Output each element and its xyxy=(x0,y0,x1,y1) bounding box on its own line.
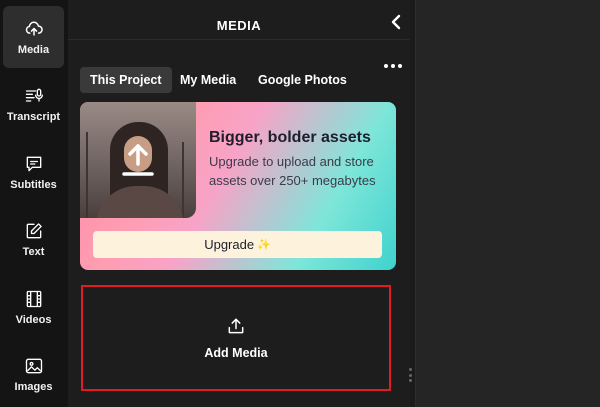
sidebar-item-label: Subtitles xyxy=(10,178,57,191)
chevron-left-icon[interactable] xyxy=(389,13,403,31)
tab-google-photos[interactable]: Google Photos xyxy=(248,67,357,93)
sparkle-icon: ✨ xyxy=(257,239,271,251)
sidebar-item-images[interactable]: Images xyxy=(3,343,64,405)
more-horizontal-icon[interactable] xyxy=(384,64,402,70)
add-media-label: Add Media xyxy=(204,346,268,360)
sidebar-item-transcript[interactable]: Transcript xyxy=(3,73,64,135)
transcript-icon xyxy=(25,88,43,102)
upgrade-button-label: Upgrade xyxy=(204,237,255,252)
media-panel: MEDIA This Project My Media Google Photo… xyxy=(68,0,410,407)
panel-title: MEDIA xyxy=(216,18,262,33)
upgrade-button[interactable]: Upgrade ✨ xyxy=(93,231,382,258)
sidebar-item-media[interactable]: Media xyxy=(3,6,64,68)
subtitles-icon xyxy=(26,156,41,171)
promo-image xyxy=(80,102,196,218)
panel-resize-handle[interactable] xyxy=(409,368,413,382)
sidebar-item-videos[interactable]: Videos xyxy=(3,276,64,338)
panel-header: MEDIA xyxy=(68,0,410,40)
sidebar-item-label: Images xyxy=(14,380,53,393)
sidebar-item-label: Media xyxy=(17,43,50,56)
upload-icon xyxy=(228,318,244,334)
text-edit-icon xyxy=(26,222,42,238)
upload-cloud-icon xyxy=(25,21,43,36)
promo-heading: Bigger, bolder assets xyxy=(209,129,371,146)
promo-description: Upgrade to upload and store assets over … xyxy=(209,154,376,188)
film-icon xyxy=(26,290,41,307)
sidebar-item-label: Transcript xyxy=(6,110,61,123)
tab-my-media[interactable]: My Media xyxy=(170,67,246,93)
tab-this-project[interactable]: This Project xyxy=(80,67,172,93)
icon-sidebar: Media Transcript Subtitles Text Videos I… xyxy=(0,0,68,407)
upload-arrow-icon xyxy=(122,144,154,176)
sidebar-item-text[interactable]: Text xyxy=(3,208,64,270)
editor-canvas-area xyxy=(415,0,600,407)
image-icon xyxy=(25,358,42,373)
sidebar-item-label: Text xyxy=(22,245,45,258)
sidebar-item-label: Videos xyxy=(15,313,52,326)
sidebar-item-subtitles[interactable]: Subtitles xyxy=(3,141,64,203)
upgrade-promo-card: Bigger, bolder assets Upgrade to upload … xyxy=(80,102,396,270)
add-media-button[interactable]: Add Media xyxy=(81,285,391,391)
